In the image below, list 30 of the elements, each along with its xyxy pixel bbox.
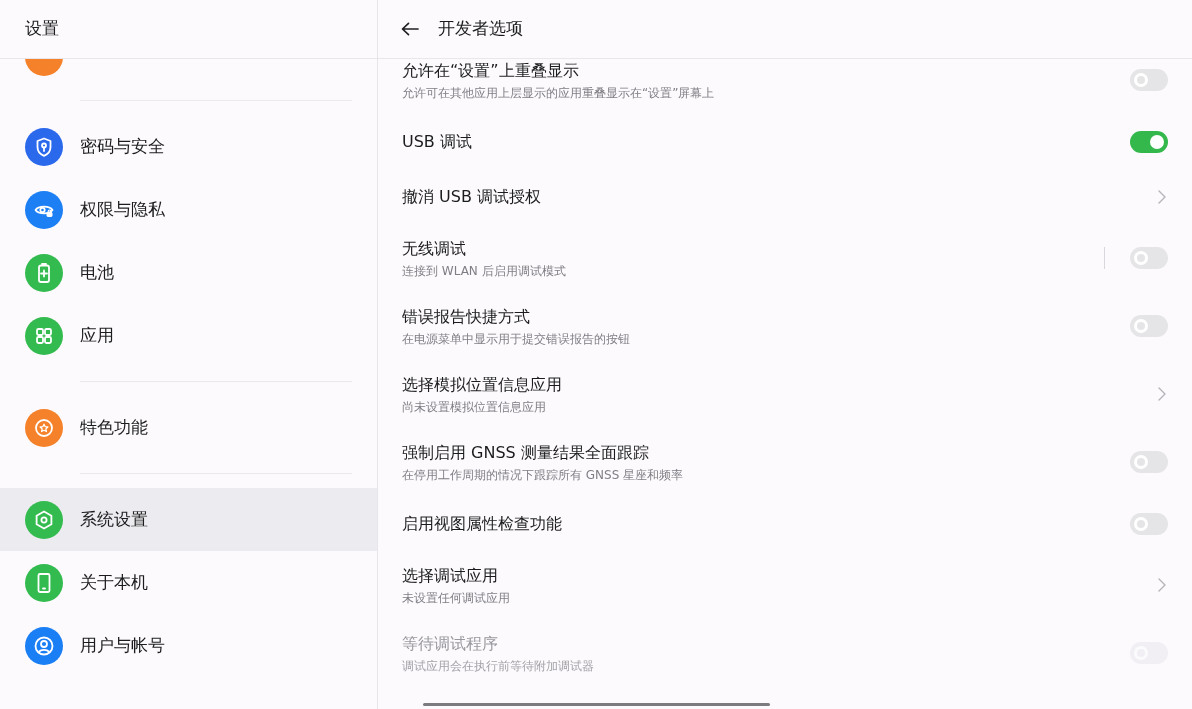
toggle-switch[interactable] <box>1130 69 1168 91</box>
toggle-switch[interactable] <box>1130 451 1168 473</box>
setting-title: 启用视图属性检查功能 <box>402 512 562 535</box>
back-arrow-icon[interactable] <box>401 22 419 36</box>
toggle-switch[interactable] <box>1130 247 1168 269</box>
sidebar-title: 设置 <box>25 17 59 41</box>
setting-description: 调试应用会在执行前等待附加调试器 <box>402 657 594 674</box>
setting-description: 未设置任何调试应用 <box>402 589 510 606</box>
setting-description: 尚未设置模拟位置信息应用 <box>402 398 547 415</box>
sidebar-item[interactable]: 系统设置 <box>0 488 377 551</box>
setting-title: 选择模拟位置信息应用 <box>402 373 562 396</box>
setting-title: 错误报告快捷方式 <box>402 305 531 328</box>
setting-title: 选择调试应用 <box>402 564 499 587</box>
page-title: 开发者选项 <box>438 17 523 41</box>
chevron-right-icon <box>1158 189 1166 204</box>
toggle-switch[interactable] <box>1130 315 1168 337</box>
setting-description: 在停用工作周期的情况下跟踪所有 GNSS 星座和频率 <box>402 466 684 483</box>
setting-description: 连接到 WLAN 后启用调试模式 <box>402 262 566 279</box>
setting-title: 无线调试 <box>402 237 467 260</box>
toggle-switch[interactable] <box>1130 130 1168 153</box>
setting-title: 强制启用 GNSS 测量结果全面跟踪 <box>402 441 650 464</box>
setting-description: 允许可在其他应用上层显示的应用重叠显示在“设置”屏幕上 <box>402 84 715 101</box>
chevron-right-icon <box>1158 387 1166 401</box>
setting-title: 允许在“设置”上重叠显示 <box>402 59 580 82</box>
chevron-right-icon <box>1158 578 1166 592</box>
setting-description: 在电源菜单中显示用于提交错误报告的按钮 <box>402 330 630 347</box>
setting-title: USB 调试 <box>402 130 472 153</box>
toggle-switch[interactable] <box>1130 512 1168 535</box>
setting-title: 等待调试程序 <box>402 632 499 655</box>
setting-title: 撤消 USB 调试授权 <box>402 185 541 208</box>
